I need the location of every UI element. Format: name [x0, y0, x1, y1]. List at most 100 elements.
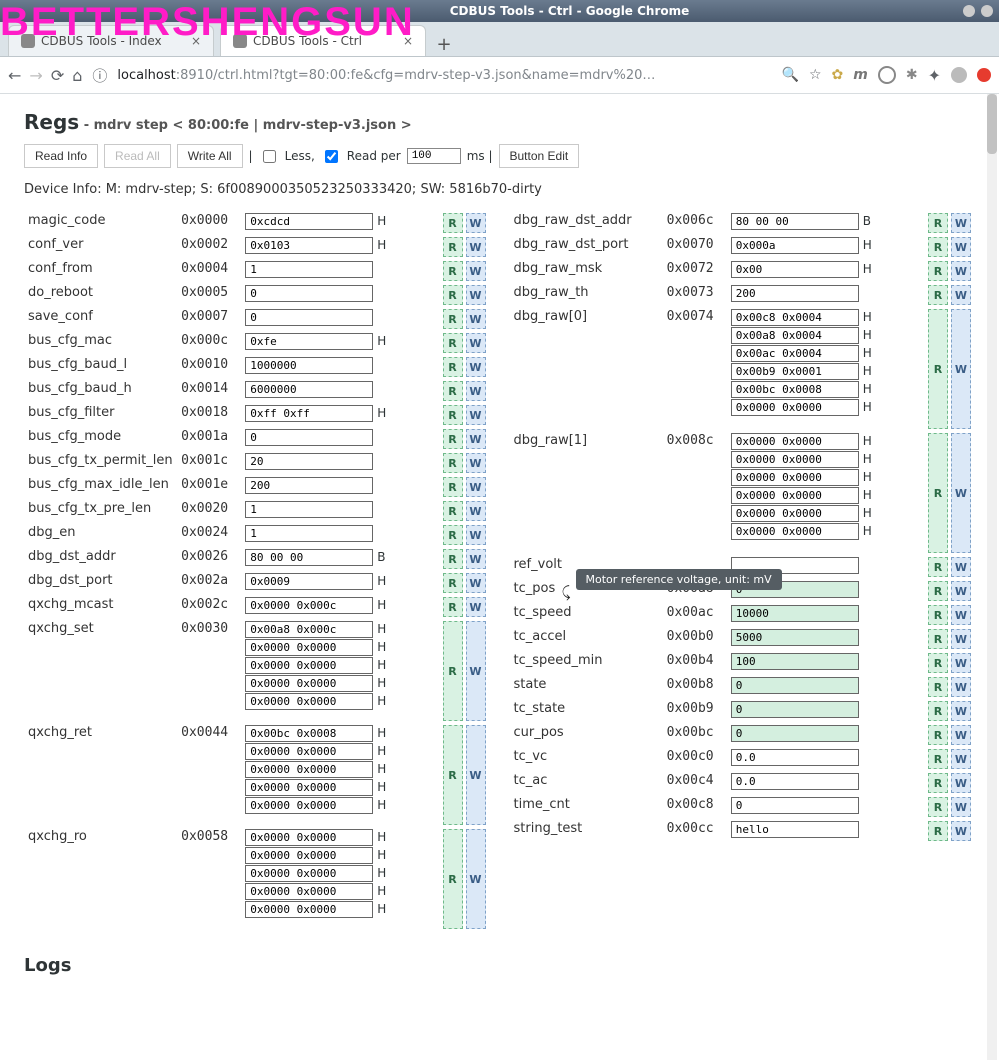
write-button[interactable]: W: [466, 501, 486, 521]
write-button[interactable]: W: [951, 237, 971, 257]
reg-value-input[interactable]: [731, 749, 859, 766]
write-button[interactable]: W: [951, 285, 971, 305]
read-button[interactable]: R: [928, 797, 948, 817]
reg-value-input[interactable]: [731, 487, 859, 504]
os-window-controls[interactable]: [963, 5, 993, 17]
reg-value-input[interactable]: [731, 523, 859, 540]
read-button[interactable]: R: [443, 405, 463, 425]
read-button[interactable]: R: [443, 309, 463, 329]
write-button[interactable]: W: [466, 525, 486, 545]
reg-value-input[interactable]: [245, 621, 373, 638]
reg-value-input[interactable]: [731, 345, 859, 362]
read-button[interactable]: R: [443, 357, 463, 377]
read-button[interactable]: R: [443, 597, 463, 617]
read-button[interactable]: R: [928, 677, 948, 697]
write-button[interactable]: W: [951, 581, 971, 601]
write-button[interactable]: W: [951, 605, 971, 625]
read-button[interactable]: R: [443, 501, 463, 521]
reg-value-input[interactable]: [731, 261, 859, 278]
write-button[interactable]: W: [466, 333, 486, 353]
site-info-icon[interactable]: ⓘ: [92, 65, 107, 86]
reg-value-input[interactable]: [245, 213, 373, 230]
reg-value-input[interactable]: [245, 477, 373, 494]
reg-value-input[interactable]: [731, 773, 859, 790]
extensions-icon[interactable]: ✦: [928, 66, 941, 85]
read-button[interactable]: R: [443, 477, 463, 497]
read-button[interactable]: R: [928, 433, 948, 553]
reg-value-input[interactable]: [245, 285, 373, 302]
button-edit-button[interactable]: Button Edit: [499, 144, 580, 168]
reg-value-input[interactable]: [245, 237, 373, 254]
write-button[interactable]: W: [466, 597, 486, 617]
reg-value-input[interactable]: [245, 693, 373, 710]
read-info-button[interactable]: Read Info: [24, 144, 98, 168]
close-tab-2-icon[interactable]: ×: [403, 34, 413, 48]
reg-value-input[interactable]: [731, 363, 859, 380]
read-button[interactable]: R: [928, 773, 948, 793]
reg-value-input[interactable]: [245, 429, 373, 446]
reg-value-input[interactable]: [245, 381, 373, 398]
reg-value-input[interactable]: [245, 725, 373, 742]
ext-4-icon[interactable]: ✱: [906, 67, 918, 83]
search-icon[interactable]: 🔍: [782, 67, 799, 83]
reg-value-input[interactable]: [245, 657, 373, 674]
read-button[interactable]: R: [443, 261, 463, 281]
reg-value-input[interactable]: [731, 677, 859, 694]
reg-value-input[interactable]: [731, 309, 859, 326]
address-bar[interactable]: localhost:8910/ctrl.html?tgt=80:00:fe&cf…: [117, 68, 771, 83]
read-button[interactable]: R: [443, 573, 463, 593]
reg-value-input[interactable]: [245, 743, 373, 760]
write-button[interactable]: W: [466, 213, 486, 233]
reg-value-input[interactable]: [245, 405, 373, 422]
read-button[interactable]: R: [443, 525, 463, 545]
write-button[interactable]: W: [466, 621, 486, 721]
reg-value-input[interactable]: [245, 883, 373, 900]
minimize-icon[interactable]: [963, 5, 975, 17]
write-button[interactable]: W: [951, 797, 971, 817]
read-button[interactable]: R: [928, 557, 948, 577]
ext-1-icon[interactable]: ✿: [832, 67, 844, 83]
read-button[interactable]: R: [443, 453, 463, 473]
read-button[interactable]: R: [928, 237, 948, 257]
reg-value-input[interactable]: [245, 797, 373, 814]
read-button[interactable]: R: [928, 309, 948, 429]
write-button[interactable]: W: [466, 237, 486, 257]
reg-value-input[interactable]: [731, 451, 859, 468]
reg-value-input[interactable]: [731, 399, 859, 416]
reg-value-input[interactable]: [245, 901, 373, 918]
back-button[interactable]: ←: [8, 66, 21, 85]
reg-value-input[interactable]: [245, 501, 373, 518]
write-button[interactable]: W: [466, 549, 486, 569]
read-button[interactable]: R: [928, 725, 948, 745]
read-button[interactable]: R: [443, 333, 463, 353]
write-button[interactable]: W: [951, 213, 971, 233]
close-tab-1-icon[interactable]: ×: [191, 34, 201, 48]
read-button[interactable]: R: [443, 829, 463, 929]
read-button[interactable]: R: [928, 581, 948, 601]
write-button[interactable]: W: [951, 701, 971, 721]
write-button[interactable]: W: [466, 261, 486, 281]
write-button[interactable]: W: [951, 749, 971, 769]
read-button[interactable]: R: [928, 749, 948, 769]
write-button[interactable]: W: [466, 725, 486, 825]
read-button[interactable]: R: [443, 213, 463, 233]
profile-icon[interactable]: [951, 67, 967, 83]
browser-tab-2[interactable]: CDBUS Tools - Ctrl ×: [220, 25, 426, 56]
reg-value-input[interactable]: [245, 453, 373, 470]
reg-value-input[interactable]: [731, 237, 859, 254]
reg-value-input[interactable]: [731, 653, 859, 670]
write-button[interactable]: W: [951, 629, 971, 649]
read-button[interactable]: R: [443, 285, 463, 305]
ext-abp-icon[interactable]: [977, 68, 991, 82]
write-button[interactable]: W: [951, 261, 971, 281]
maximize-icon[interactable]: [981, 5, 993, 17]
less-checkbox[interactable]: [263, 150, 276, 163]
reg-value-input[interactable]: [731, 469, 859, 486]
new-tab-button[interactable]: +: [432, 32, 456, 56]
write-button[interactable]: W: [951, 677, 971, 697]
read-button[interactable]: R: [928, 605, 948, 625]
reg-value-input[interactable]: [731, 285, 859, 302]
browser-tab-1[interactable]: CDBUS Tools - Index ×: [8, 25, 214, 56]
read-button[interactable]: R: [928, 285, 948, 305]
read-button[interactable]: R: [443, 621, 463, 721]
